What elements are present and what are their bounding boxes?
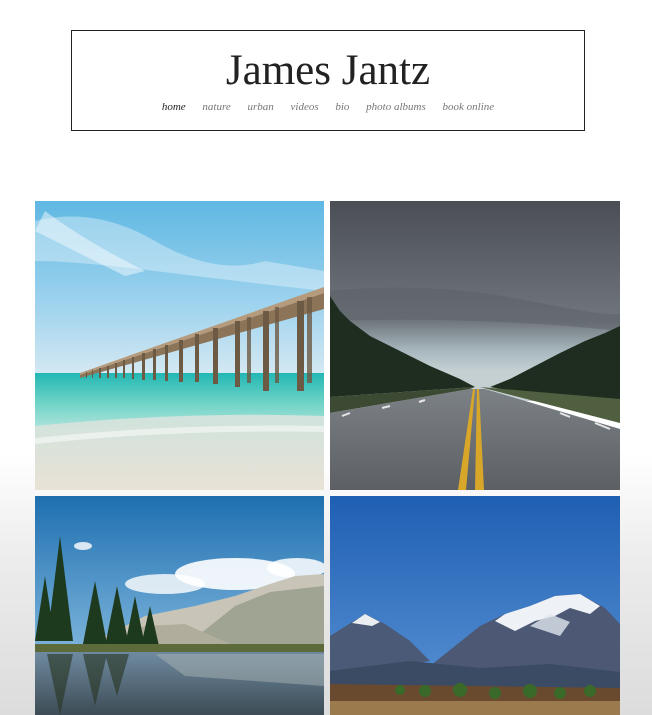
nav-videos[interactable]: videos	[291, 101, 319, 113]
main-nav: home nature urban videos bio photo album…	[72, 101, 584, 113]
gallery-photo-pier[interactable]	[35, 201, 324, 490]
nav-book-online[interactable]: book online	[443, 101, 495, 113]
site-title[interactable]: James Jantz	[72, 47, 584, 95]
nav-nature[interactable]: nature	[202, 101, 230, 113]
pier-image	[35, 201, 324, 490]
lake-image	[35, 496, 324, 715]
site-header: James Jantz home nature urban videos bio…	[71, 30, 585, 131]
gallery-photo-lake[interactable]	[35, 496, 324, 715]
nav-bio[interactable]: bio	[335, 101, 349, 113]
gallery-photo-highway[interactable]	[330, 201, 620, 490]
gallery-photo-mountains[interactable]	[330, 496, 620, 715]
nav-photo-albums[interactable]: photo albums	[366, 101, 426, 113]
highway-image	[330, 201, 620, 490]
nav-urban[interactable]: urban	[247, 101, 273, 113]
mountains-image	[330, 496, 620, 715]
nav-home[interactable]: home	[162, 101, 186, 113]
